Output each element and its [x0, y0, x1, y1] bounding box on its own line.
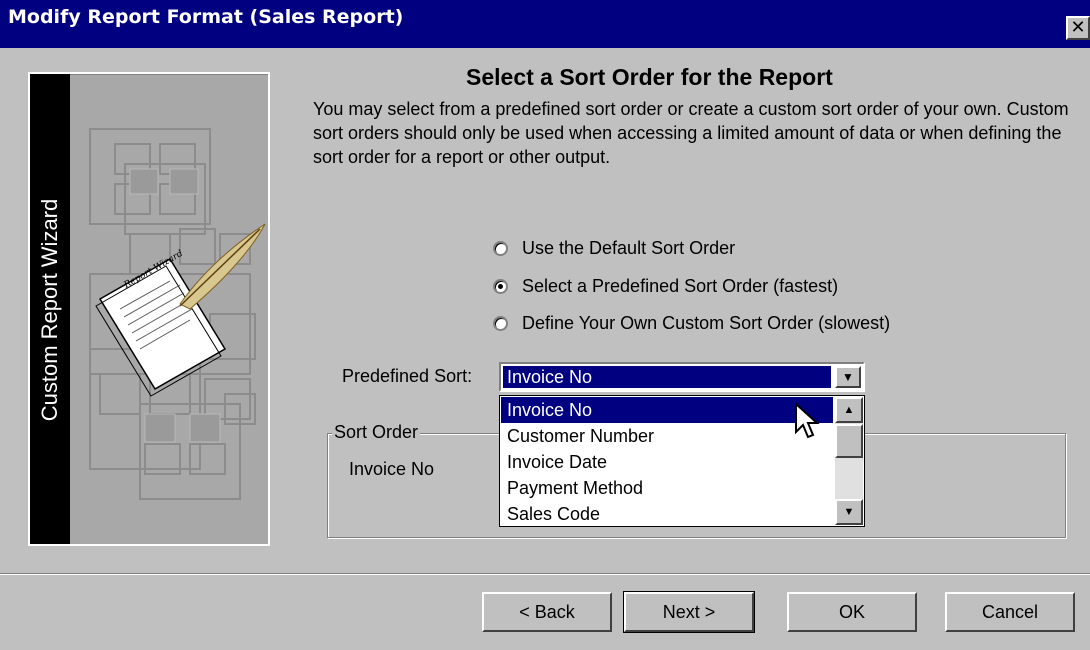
wizard-illustration: Report Wizard Custom Report Wizard: [28, 72, 270, 546]
chevron-down-icon[interactable]: ▼: [835, 366, 861, 388]
list-item[interactable]: Customer Number: [501, 423, 833, 449]
radio-button-checked[interactable]: [493, 278, 508, 294]
back-button[interactable]: < Back: [482, 592, 612, 632]
window-title: Modify Report Format (Sales Report): [8, 6, 404, 28]
predefined-sort-combobox[interactable]: Invoice No ▼: [499, 362, 865, 392]
scroll-up-icon[interactable]: ▲: [835, 397, 863, 423]
radio-custom-sort[interactable]: Define Your Own Custom Sort Order (slowe…: [493, 310, 890, 336]
wizard-label: Custom Report Wizard: [37, 198, 62, 422]
radio-button[interactable]: [493, 315, 508, 331]
ok-button[interactable]: OK: [787, 592, 917, 632]
list-item[interactable]: Invoice No: [501, 397, 833, 423]
radio-predefined-sort[interactable]: Select a Predefined Sort Order (fastest): [493, 273, 838, 299]
predefined-sort-label: Predefined Sort:: [342, 366, 473, 386]
scrollbar-thumb[interactable]: [835, 424, 863, 458]
scroll-down-icon[interactable]: ▼: [835, 499, 863, 525]
list-item[interactable]: Invoice Date: [501, 449, 833, 475]
radio-label: Define Your Own Custom Sort Order (slowe…: [522, 312, 891, 333]
sort-order-value: Invoice No: [349, 459, 435, 479]
sort-order-group-label: Sort Order: [332, 422, 421, 443]
title-bar: Modify Report Format (Sales Report) ✕: [0, 0, 1090, 48]
cancel-button[interactable]: Cancel: [945, 592, 1075, 632]
mouse-cursor-icon: [795, 402, 820, 439]
list-scrollbar[interactable]: ▲ ▼: [835, 397, 863, 525]
page-description: You may select from a predefined sort or…: [313, 99, 1069, 167]
radio-label: Use the Default Sort Order: [522, 237, 736, 258]
next-button[interactable]: Next >: [623, 591, 755, 633]
page-heading: Select a Sort Order for the Report: [466, 64, 833, 90]
radio-label: Select a Predefined Sort Order (fastest): [522, 275, 839, 296]
list-item[interactable]: Payment Method: [501, 475, 833, 501]
list-item[interactable]: Sales Code: [501, 501, 833, 527]
radio-default-sort[interactable]: Use the Default Sort Order: [493, 235, 735, 261]
wizard-strip: Custom Report Wizard: [30, 74, 70, 544]
close-button[interactable]: ✕: [1066, 16, 1090, 40]
combobox-value[interactable]: Invoice No: [503, 366, 831, 388]
radio-button[interactable]: [493, 240, 508, 256]
separator-highlight: [0, 574, 1090, 575]
